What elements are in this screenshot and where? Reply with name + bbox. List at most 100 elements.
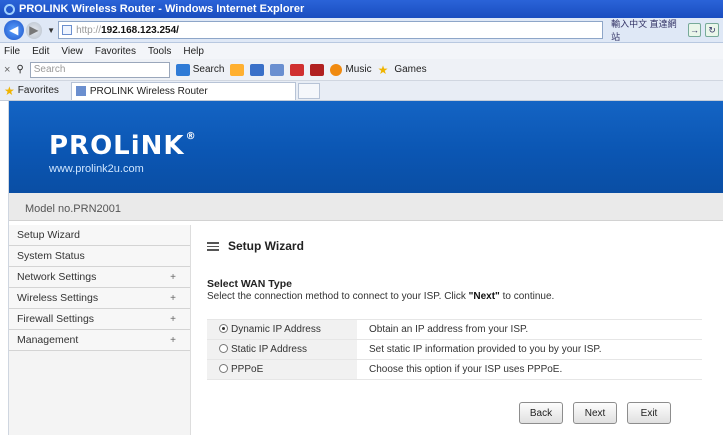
search-button-icon [175,63,190,76]
games-label: Games [394,64,427,75]
option-dynamic-ip[interactable]: Dynamic IP Address [207,319,357,340]
model-number: Model no.PRN2001 [9,193,723,221]
desc-bold: "Next" [468,291,500,302]
sidebar-item-label: Management [17,334,79,346]
favorites-star-icon[interactable]: ★ [4,84,15,98]
back-button[interactable]: Back [519,402,563,424]
expand-icon[interactable]: + [170,335,176,346]
desc-suffix: to continue. [499,291,555,302]
ie-icon [4,3,15,15]
main-content: Setup Wizard Select WAN Type Select the … [205,225,715,435]
prolink-logo: PROLiNK® [49,131,197,161]
table-row: Dynamic IP Address Obtain an IP address … [207,319,702,340]
menu-tools[interactable]: Tools [148,46,171,57]
toolbar-search-input[interactable]: Search [29,61,170,78]
logo-text: PROLiNK [49,131,185,161]
toolbar-search-label: Search [192,64,225,75]
page-title: Setup Wizard [207,239,304,253]
address-bar: ◀ ▶ ▼ http:// 192.168.123.254/ 輸入中文 直達網站… [0,18,723,43]
window-title-bar: PROLINK Wireless Router - Windows Intern… [0,0,723,18]
radio-pppoe[interactable] [219,364,228,373]
site-url: www.prolink2u.com [49,163,144,175]
sidebar-item-label: Setup Wizard [17,229,81,241]
back-nav-icon[interactable]: ◀ [4,20,24,40]
sidebar-item-management[interactable]: Management + [9,330,190,351]
games-star-icon: ★ [377,62,389,77]
menu-file[interactable]: File [4,46,20,57]
list-icon [207,241,219,251]
sidebar-item-network-settings[interactable]: Network Settings + [9,267,190,288]
table-row: Static IP Address Set static IP informat… [207,339,702,360]
expand-icon[interactable]: + [170,293,176,304]
history-dropdown-icon[interactable]: ▼ [47,26,55,35]
toolbar-search-button[interactable]: Search [175,63,225,76]
page-icon [62,25,73,35]
shopping-icon[interactable] [310,63,325,76]
sidebar-item-system-status[interactable]: System Status [9,246,190,267]
favorites-button[interactable]: Favorites [18,85,59,96]
new-tab-button[interactable] [297,82,320,99]
go-icon[interactable]: → [687,23,702,37]
option-label: Dynamic IP Address [231,324,321,335]
sidebar-item-label: Network Settings [17,271,97,283]
chinese-input-text[interactable]: 輸入中文 直達網站 [611,17,684,43]
search-magnifier-icon: ⚲ [16,64,24,75]
messenger-icon[interactable] [250,63,265,76]
forward-nav-icon[interactable]: ▶ [25,21,43,39]
menu-bar: File Edit View Favorites Tools Help [0,43,723,59]
refresh-icon[interactable]: ↻ [705,23,719,37]
sidebar-item-label: Wireless Settings [17,292,99,304]
exit-button[interactable]: Exit [627,402,671,424]
wan-options-table: Dynamic IP Address Obtain an IP address … [207,319,702,380]
desc-prefix: Select the connection method to connect … [207,291,469,302]
address-right-tools: 輸入中文 直達網站 → ↻ [611,17,719,43]
router-page: PROLiNK® www.prolink2u.com Model no.PRN2… [8,101,723,435]
close-toolbar-icon[interactable]: × [4,64,10,76]
toolbar-games[interactable]: ★ Games [378,63,427,77]
expand-icon[interactable]: + [170,272,176,283]
sidebar: Setup Wizard System Status Network Setti… [9,225,191,435]
expand-icon[interactable]: + [170,314,176,325]
radio-dynamic-ip[interactable] [219,324,228,333]
music-label: Music [345,64,372,75]
radio-static-ip[interactable] [219,344,228,353]
header-banner: PROLiNK® www.prolink2u.com [9,101,723,193]
next-button[interactable]: Next [573,402,617,424]
menu-help[interactable]: Help [183,46,204,57]
table-row: PPPoE Choose this option if your ISP use… [207,359,702,380]
menu-view[interactable]: View [61,46,83,57]
sidebar-item-wireless-settings[interactable]: Wireless Settings + [9,288,190,309]
search-toolbar: × ⚲ Search Search Music ★ Games [0,59,723,81]
menu-favorites[interactable]: Favorites [95,46,136,57]
url-input[interactable]: http:// 192.168.123.254/ [58,21,604,39]
option-static-ip[interactable]: Static IP Address [207,339,357,360]
tab-page-icon [75,86,86,96]
home-icon[interactable] [230,63,245,76]
sidebar-item-label: Firewall Settings [17,313,95,325]
page-title-text: Setup Wizard [228,239,304,253]
wizard-buttons: Back Next Exit [519,402,671,424]
window-title: PROLINK Wireless Router - Windows Intern… [19,3,305,15]
music-icon [330,63,343,76]
option-label: Static IP Address [231,344,307,355]
logo-registered: ® [185,131,197,142]
url-protocol: http:// [76,24,102,36]
video-icon[interactable] [290,63,305,76]
browser-tab-active[interactable]: PROLINK Wireless Router [70,81,296,100]
option-description: Choose this option if your ISP uses PPPo… [357,359,702,380]
sidebar-item-label: System Status [17,250,85,262]
wan-type-description: Select the connection method to connect … [207,291,554,302]
option-description: Obtain an IP address from your ISP. [357,319,702,340]
sidebar-item-setup-wizard[interactable]: Setup Wizard [9,225,190,246]
toolbar-music[interactable]: Music [330,63,372,76]
url-host: 192.168.123.254/ [101,24,179,36]
favorites-bar: ★ Favorites PROLINK Wireless Router [0,81,723,101]
sidebar-item-firewall-settings[interactable]: Firewall Settings + [9,309,190,330]
option-description: Set static IP information provided to yo… [357,339,702,360]
menu-edit[interactable]: Edit [32,46,49,57]
mail-icon[interactable] [270,63,285,76]
wan-type-heading: Select WAN Type [207,278,292,290]
option-label: PPPoE [231,364,264,375]
option-pppoe[interactable]: PPPoE [207,359,357,380]
tab-title: PROLINK Wireless Router [89,85,208,97]
